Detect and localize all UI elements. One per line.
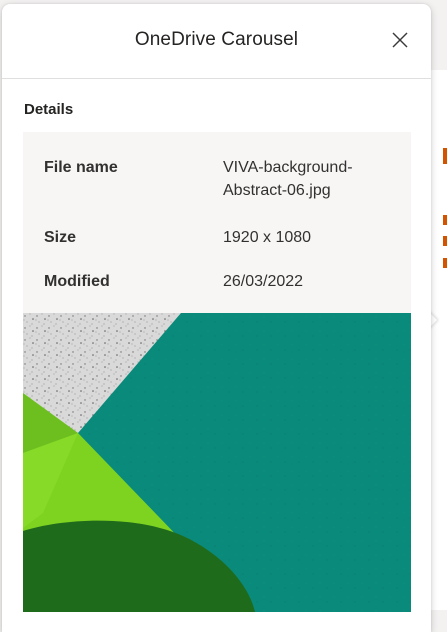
details-heading: Details bbox=[24, 101, 74, 118]
background-accent-mark bbox=[443, 258, 447, 268]
file-name-label: File name bbox=[44, 159, 118, 176]
abstract-image bbox=[23, 313, 411, 612]
modified-label: Modified bbox=[44, 273, 110, 290]
modified-value: 26/03/2022 bbox=[223, 273, 304, 290]
dialog-header: OneDrive Carousel bbox=[2, 4, 431, 79]
file-name-value-line1: VIVA-background- bbox=[223, 159, 353, 176]
details-dialog: OneDrive Carousel Details File name VIVA… bbox=[2, 4, 431, 632]
size-value: 1920 x 1080 bbox=[223, 229, 312, 246]
details-table: File name VIVA-background- Abstract-06.j… bbox=[23, 132, 411, 313]
background-accent-mark bbox=[443, 215, 447, 225]
image-preview[interactable] bbox=[23, 313, 411, 612]
file-name-value-line2: Abstract-06.jpg bbox=[223, 182, 331, 199]
size-label: Size bbox=[44, 229, 77, 246]
close-icon bbox=[392, 32, 408, 48]
background-accent-mark bbox=[443, 236, 447, 246]
close-button[interactable] bbox=[390, 30, 410, 50]
dialog-title: OneDrive Carousel bbox=[134, 29, 299, 50]
background-accent-mark bbox=[443, 148, 447, 164]
